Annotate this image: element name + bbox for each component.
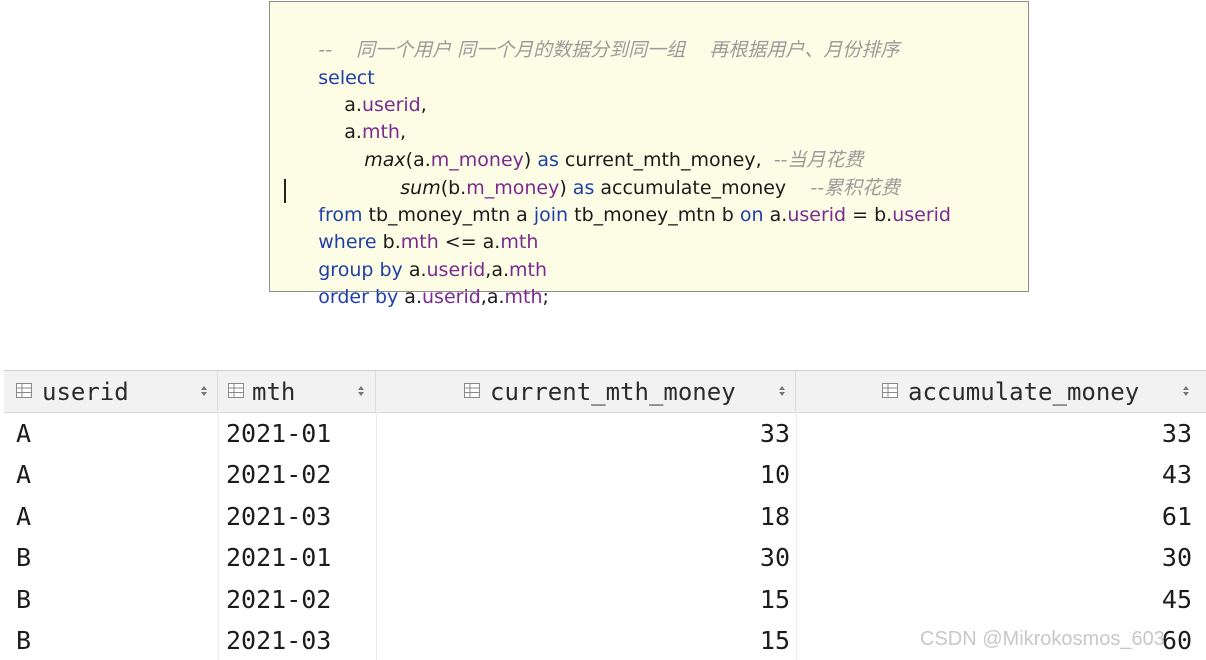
column-userid: userid <box>787 204 847 226</box>
table-column-icon <box>464 383 480 398</box>
table-alias: a. <box>398 286 422 308</box>
table-row[interactable]: A 2021-01 33 33 <box>4 413 1206 454</box>
cell-current-mth-money[interactable]: 10 <box>386 454 790 495</box>
column-mth: mth <box>504 286 543 308</box>
cell-current-mth-money[interactable]: 15 <box>386 620 790 660</box>
sql-line-from: from tb_money_mtn a join tb_money_mtn b … <box>282 176 951 226</box>
cell-userid[interactable]: A <box>16 413 31 454</box>
column-header-current-mth-money[interactable]: current_mth_money <box>376 371 796 412</box>
cell-accumulate-money[interactable]: 61 <box>804 496 1192 537</box>
sql-line-order-by: order by a.userid,a.mth; <box>282 258 549 308</box>
column-header-label: accumulate_money <box>908 378 1140 406</box>
table-row[interactable]: A 2021-02 10 43 <box>4 454 1206 495</box>
column-header-label: mth <box>252 378 296 406</box>
result-grid[interactable]: userid mth current_mth_money accumulate_… <box>4 370 1206 660</box>
cell-accumulate-money[interactable]: 33 <box>804 413 1192 454</box>
sql-code-panel[interactable]: -- 同一个用户 同一个月的数据分到同一组 再根据用户、月份排序 select … <box>269 1 1029 308</box>
cell-userid[interactable]: A <box>16 454 31 495</box>
cell-mth[interactable]: 2021-02 <box>226 579 331 620</box>
watermark: CSDN @Mikrokosmos_603 <box>920 628 1165 650</box>
sort-arrows-icon[interactable] <box>1182 384 1190 398</box>
sql-line-where: where b.mth <= a.mth <box>282 203 538 253</box>
sort-arrows-icon[interactable] <box>778 384 786 398</box>
sql-line-userid: a.userid, <box>308 66 427 116</box>
cell-accumulate-money[interactable]: 45 <box>804 579 1192 620</box>
column-header-accumulate-money[interactable]: accumulate_money <box>796 371 1206 412</box>
cell-mth[interactable]: 2021-01 <box>226 413 331 454</box>
sql-line-max: max(a.m_money) as current_mth_money, --当… <box>328 121 863 171</box>
sql-line-mth: a.mth, <box>308 93 406 143</box>
sql-line-select: select <box>282 39 374 89</box>
sql-comment-header: -- 同一个用户 同一个月的数据分到同一组 再根据用户、月份排序 <box>282 11 899 61</box>
table-row[interactable]: B 2021-02 15 45 <box>4 579 1206 620</box>
sql-line-sum: sum(b.m_money) as accumulate_money --累积花… <box>364 149 900 199</box>
cell-current-mth-money[interactable]: 33 <box>386 413 790 454</box>
column-userid: userid <box>892 204 951 226</box>
table-column-icon <box>882 383 898 398</box>
cell-current-mth-money[interactable]: 18 <box>386 496 790 537</box>
cell-current-mth-money[interactable]: 15 <box>386 579 790 620</box>
page: -- 同一个用户 同一个月的数据分到同一组 再根据用户、月份排序 select … <box>0 0 1206 660</box>
semicolon: ; <box>542 286 549 308</box>
table-column-icon <box>16 383 32 398</box>
table-b: tb_money_mtn b <box>568 204 740 226</box>
sql-line-group-by: group by a.userid,a.mth <box>282 231 547 281</box>
cell-current-mth-money[interactable]: 30 <box>386 537 790 578</box>
comma: , <box>420 94 427 116</box>
sort-arrows-icon[interactable] <box>200 384 208 398</box>
table-alias: ,a. <box>480 286 505 308</box>
cell-mth[interactable]: 2021-02 <box>226 454 331 495</box>
keyword-join: join <box>533 204 569 226</box>
table-row[interactable]: B 2021-01 30 30 <box>4 537 1206 578</box>
table-column-icon <box>228 383 244 398</box>
cell-mth[interactable]: 2021-01 <box>226 537 331 578</box>
grid-header: userid mth current_mth_money accumulate_… <box>4 371 1206 413</box>
cell-userid[interactable]: B <box>16 579 31 620</box>
cell-accumulate-money[interactable]: 43 <box>804 454 1192 495</box>
cell-accumulate-money[interactable]: 30 <box>804 537 1192 578</box>
cell-mth[interactable]: 2021-03 <box>226 620 331 660</box>
equals-operator: = b. <box>846 204 893 226</box>
column-header-userid[interactable]: userid <box>4 371 218 412</box>
cell-userid[interactable]: A <box>16 496 31 537</box>
comment-text: -- 同一个用户 同一个月的数据分到同一组 再根据用户、月份排序 <box>318 39 900 61</box>
column-header-label: current_mth_money <box>490 378 736 406</box>
keyword-on: on <box>739 204 764 226</box>
cell-mth[interactable]: 2021-03 <box>226 496 331 537</box>
keyword-order-by: order by <box>318 286 399 308</box>
column-userid: userid <box>422 286 481 308</box>
column-header-mth[interactable]: mth <box>218 371 376 412</box>
column-header-label: userid <box>42 378 129 406</box>
table-alias: a. <box>763 204 788 226</box>
table-row[interactable]: A 2021-03 18 61 <box>4 496 1206 537</box>
cell-userid[interactable]: B <box>16 620 31 660</box>
cell-userid[interactable]: B <box>16 537 31 578</box>
sort-arrows-icon[interactable] <box>357 384 365 398</box>
